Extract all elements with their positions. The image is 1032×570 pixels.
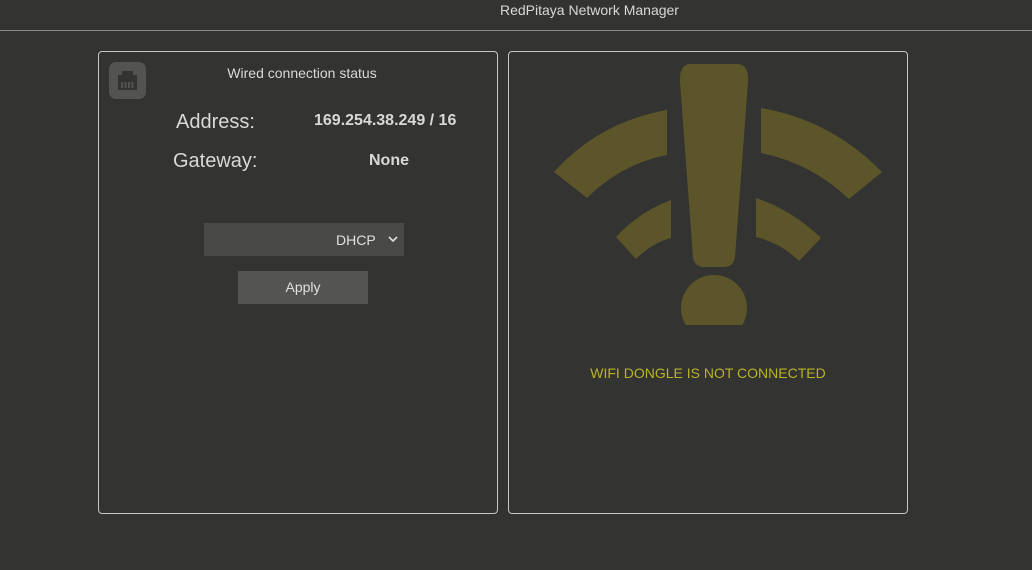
gateway-value: None: [369, 152, 409, 169]
apply-button[interactable]: Apply: [238, 271, 368, 304]
address-value: 169.254.38.249 / 16: [314, 112, 457, 129]
wifi-status-message: WIFI DONGLE IS NOT CONNECTED: [590, 365, 826, 381]
app-header: RedPitaya Network Manager: [0, 0, 1032, 31]
app-title: RedPitaya Network Manager: [500, 2, 679, 18]
chevron-down-icon: [388, 236, 398, 243]
gateway-label: Gateway:: [173, 150, 258, 172]
wired-connection-panel: Wired connection status Address: 169.254…: [98, 51, 498, 514]
wifi-warning-icon: [554, 64, 882, 325]
ip-mode-select[interactable]: DHCP: [204, 223, 404, 256]
wifi-panel: WIFI DONGLE IS NOT CONNECTED: [508, 51, 908, 514]
ip-mode-selected-value: DHCP: [336, 232, 376, 248]
wired-panel-title: Wired connection status: [227, 65, 377, 81]
address-label: Address:: [176, 111, 255, 133]
